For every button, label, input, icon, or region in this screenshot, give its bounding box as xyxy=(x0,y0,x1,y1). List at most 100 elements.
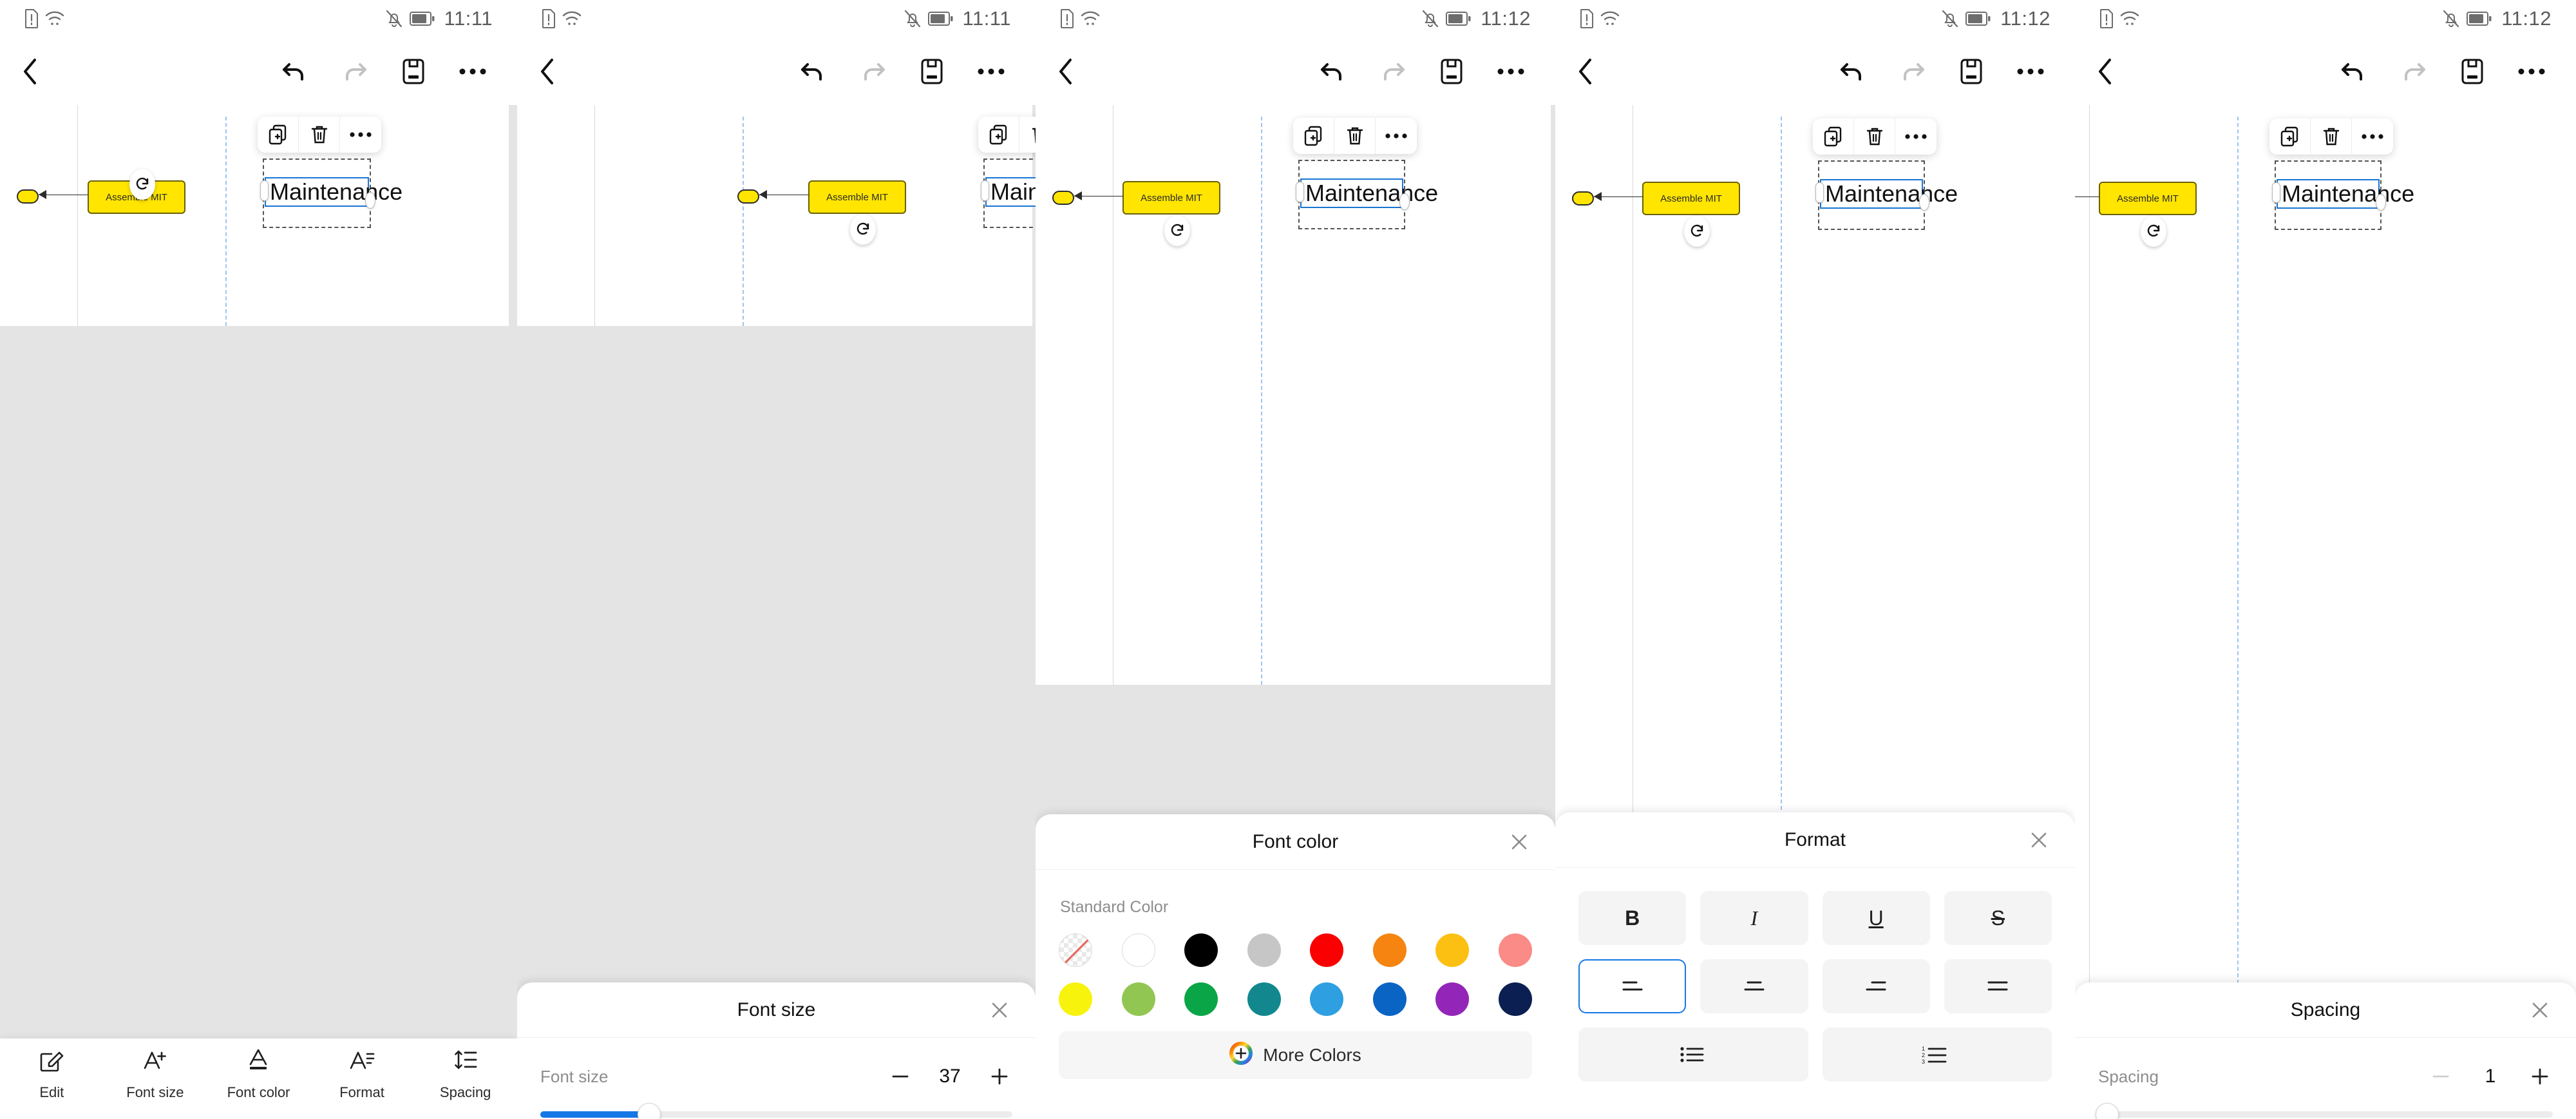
duplicate-icon[interactable] xyxy=(978,117,1019,153)
resize-handle-left[interactable] xyxy=(981,180,989,201)
action-edit[interactable]: Edit xyxy=(10,1047,93,1101)
trash-icon[interactable] xyxy=(1334,118,1376,154)
redo-button[interactable] xyxy=(2401,59,2427,84)
resize-handle-right[interactable] xyxy=(2376,194,2386,211)
action-spacing[interactable]: Spacing xyxy=(424,1047,507,1101)
swatch-no-color[interactable] xyxy=(1059,933,1092,967)
swatch-purple[interactable] xyxy=(1435,982,1470,1016)
text-shape[interactable]: Maintenance xyxy=(985,177,1036,207)
back-button[interactable] xyxy=(536,57,558,86)
duplicate-icon[interactable] xyxy=(258,117,299,153)
align-right-button[interactable] xyxy=(1822,959,1930,1013)
rotate-icon[interactable] xyxy=(1164,215,1190,246)
more-icon[interactable] xyxy=(2017,67,2044,76)
save-icon[interactable] xyxy=(921,59,943,84)
more-horizontal-icon[interactable] xyxy=(2352,119,2393,155)
rotate-icon[interactable] xyxy=(129,169,155,200)
undo-button[interactable] xyxy=(1839,59,1865,84)
shape-context-menu[interactable] xyxy=(2269,119,2393,155)
redo-button[interactable] xyxy=(342,59,368,84)
end-event-node[interactable] xyxy=(17,189,39,204)
more-icon[interactable] xyxy=(2518,67,2545,76)
save-icon[interactable] xyxy=(402,59,424,84)
swatch-red[interactable] xyxy=(1310,933,1344,967)
undo-button[interactable] xyxy=(1320,59,1345,84)
font-size-slider[interactable] xyxy=(540,1103,1012,1119)
shape-context-menu[interactable] xyxy=(258,117,381,153)
action-font-size[interactable]: Font size xyxy=(113,1047,197,1101)
diagram-canvas[interactable]: Maintenance Assemble MIT xyxy=(517,105,1036,1119)
swatch-yellow[interactable] xyxy=(1059,982,1092,1016)
font-size-increment-button[interactable] xyxy=(987,1064,1012,1089)
resize-handle-right[interactable] xyxy=(1919,194,1929,211)
trash-icon[interactable] xyxy=(1019,117,1036,153)
resize-handle-left[interactable] xyxy=(2272,182,2280,203)
swatch-green[interactable] xyxy=(1184,982,1218,1016)
redo-button[interactable] xyxy=(860,59,886,84)
shape-context-menu[interactable] xyxy=(978,117,1036,153)
back-button[interactable] xyxy=(1575,57,1596,86)
resize-handle-right[interactable] xyxy=(365,192,375,209)
back-button[interactable] xyxy=(1055,57,1077,86)
swatch-white[interactable] xyxy=(1121,933,1155,967)
task-node[interactable]: Assemble MIT xyxy=(808,180,906,214)
close-icon[interactable] xyxy=(2026,827,2052,853)
slider-thumb[interactable] xyxy=(637,1103,661,1119)
more-icon[interactable] xyxy=(1497,67,1524,76)
undo-button[interactable] xyxy=(281,59,307,84)
shape-context-menu[interactable] xyxy=(1293,118,1417,154)
more-icon[interactable] xyxy=(978,67,1005,76)
text-shape[interactable]: Maintenance xyxy=(265,177,402,207)
trash-icon[interactable] xyxy=(299,117,340,153)
resize-handle-right[interactable] xyxy=(1399,193,1410,210)
bold-button[interactable]: B xyxy=(1578,891,1687,945)
close-icon[interactable] xyxy=(987,997,1012,1023)
italic-button[interactable]: I xyxy=(1700,891,1808,945)
align-center-button[interactable] xyxy=(1700,959,1808,1013)
more-icon[interactable] xyxy=(459,67,486,76)
save-icon[interactable] xyxy=(2461,59,2483,84)
numbered-list-button[interactable]: 123 xyxy=(1822,1028,2052,1082)
more-colors-button[interactable]: More Colors xyxy=(1059,1031,1532,1079)
more-horizontal-icon[interactable] xyxy=(340,117,381,153)
underline-button[interactable]: U xyxy=(1822,891,1930,945)
swatch-light-green[interactable] xyxy=(1121,982,1155,1016)
save-icon[interactable] xyxy=(1960,59,1982,84)
swatch-teal[interactable] xyxy=(1247,982,1281,1016)
diagram-canvas[interactable]: Maintenance Assemble MIT xyxy=(0,105,517,1119)
text-shape[interactable]: Maintenance xyxy=(1300,178,1438,208)
close-icon[interactable] xyxy=(1506,829,1532,855)
back-button[interactable] xyxy=(19,57,41,86)
rotate-icon[interactable] xyxy=(2141,216,2166,247)
trash-icon[interactable] xyxy=(1854,119,1895,155)
duplicate-icon[interactable] xyxy=(1293,118,1334,154)
redo-button[interactable] xyxy=(1900,59,1926,84)
swatch-sky-blue[interactable] xyxy=(1310,982,1344,1016)
close-icon[interactable] xyxy=(2527,997,2553,1023)
task-node[interactable]: Assemble MIT xyxy=(2099,182,2197,215)
undo-button[interactable] xyxy=(2340,59,2366,84)
back-button[interactable] xyxy=(2094,57,2116,86)
more-horizontal-icon[interactable] xyxy=(1376,118,1417,154)
shape-context-menu[interactable] xyxy=(1813,119,1937,155)
save-icon[interactable] xyxy=(1441,59,1463,84)
resize-handle-left[interactable] xyxy=(260,180,269,201)
task-node[interactable]: Assemble MIT xyxy=(1642,182,1740,215)
swatch-black[interactable] xyxy=(1184,933,1218,967)
duplicate-icon[interactable] xyxy=(1813,119,1854,155)
swatch-gray[interactable] xyxy=(1247,933,1281,967)
task-node[interactable]: Assemble MIT xyxy=(1122,181,1220,215)
undo-button[interactable] xyxy=(800,59,826,84)
end-event-node[interactable] xyxy=(737,189,759,204)
slider-thumb[interactable] xyxy=(2096,1103,2119,1119)
action-format[interactable]: Format xyxy=(320,1047,404,1101)
font-size-decrement-button[interactable] xyxy=(887,1064,913,1089)
diagram-canvas[interactable]: Maintenance Assemble MIT xyxy=(2075,105,2576,1119)
text-shape[interactable]: Maintenance xyxy=(1820,179,1958,209)
rotate-icon[interactable] xyxy=(850,214,876,245)
swatch-salmon[interactable] xyxy=(1498,933,1532,967)
bullet-list-button[interactable] xyxy=(1578,1028,1808,1082)
end-event-node[interactable] xyxy=(1572,191,1594,206)
resize-handle-left[interactable] xyxy=(1296,182,1304,202)
resize-handle-left[interactable] xyxy=(1815,182,1824,203)
